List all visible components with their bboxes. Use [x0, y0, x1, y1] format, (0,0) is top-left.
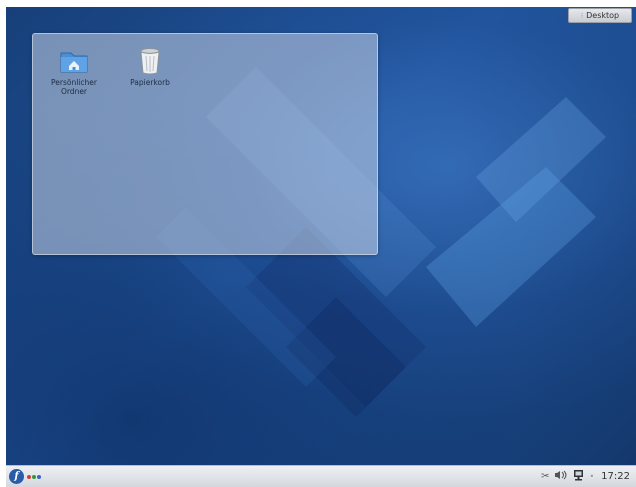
toolbox-icon: ⁝ — [580, 11, 584, 20]
home-folder-icon — [59, 46, 89, 76]
desktop-button-label: Desktop — [586, 11, 620, 20]
pager-desktop-1[interactable] — [27, 475, 31, 479]
tray-separator: • — [589, 472, 595, 481]
folder-view-widget[interactable]: Persönlicher Ordner Papierkorb — [32, 33, 378, 255]
desktop-pager[interactable] — [27, 475, 41, 479]
desktop-toolbox-button[interactable]: ⁝ Desktop — [568, 8, 632, 23]
trash-label: Papierkorb — [130, 78, 170, 87]
fedora-logo-icon: f — [14, 471, 19, 482]
desktop-icon-trash[interactable]: Papierkorb — [117, 46, 183, 87]
trash-icon — [135, 46, 165, 76]
home-folder-label: Persönlicher Ordner — [51, 78, 97, 96]
desktop-icon-home[interactable]: Persönlicher Ordner — [41, 46, 107, 96]
taskbar: f ✂ • 17:22 — [6, 465, 636, 487]
clipboard-icon[interactable]: ✂ — [541, 471, 549, 482]
pager-desktop-3[interactable] — [37, 475, 41, 479]
network-icon[interactable] — [573, 469, 584, 484]
desktop-screen: ⁝ Desktop Persönlicher Ordner Papierkorb… — [6, 7, 636, 487]
system-tray: ✂ • 17:22 — [541, 468, 630, 485]
application-launcher-button[interactable]: f — [9, 469, 24, 484]
digital-clock[interactable]: 17:22 — [601, 471, 630, 482]
pager-desktop-2[interactable] — [32, 475, 36, 479]
volume-icon[interactable] — [554, 470, 568, 483]
